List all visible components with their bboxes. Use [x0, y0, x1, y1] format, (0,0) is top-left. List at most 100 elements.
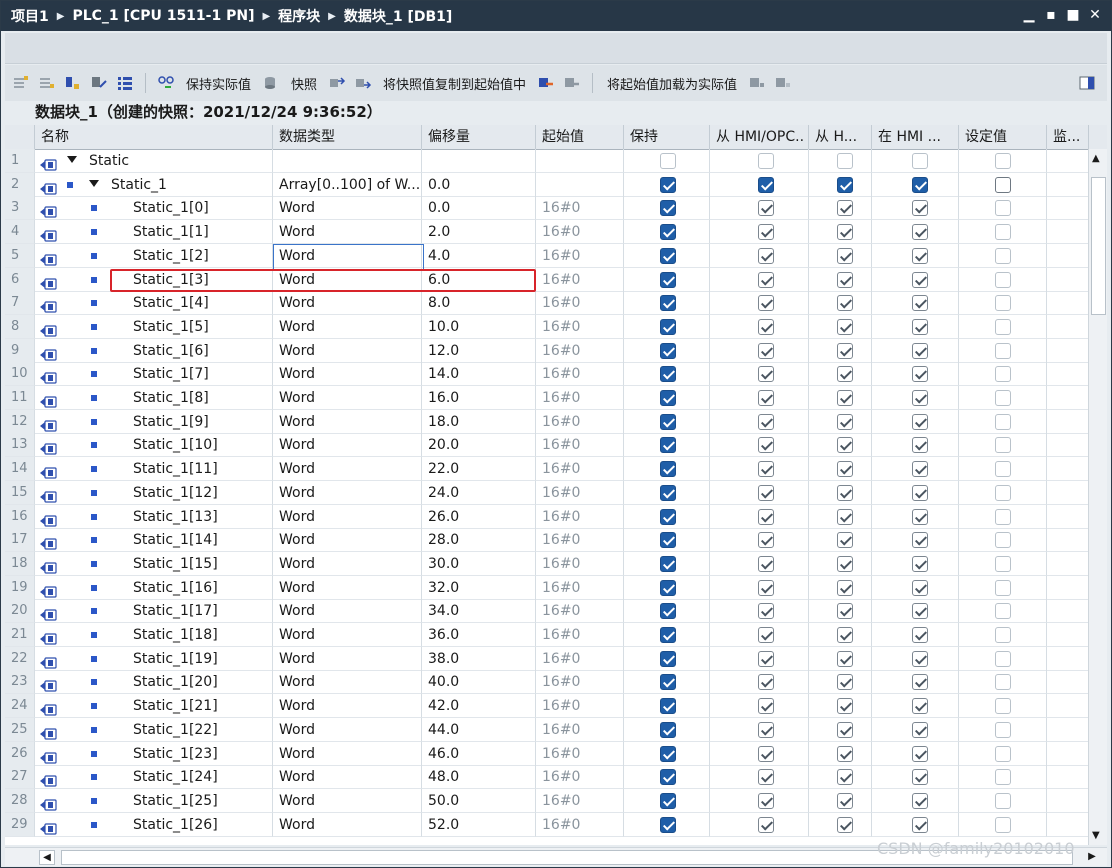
hmi-accessible-checkbox[interactable]: [758, 390, 774, 406]
column-header-monitor[interactable]: 监...: [1047, 125, 1089, 149]
setpoint-checkbox[interactable]: [995, 792, 1011, 809]
hmi-visible-checkbox[interactable]: [837, 508, 853, 525]
hmi-accessible-checkbox[interactable]: [758, 698, 774, 715]
name-cell[interactable]: Static_1[2]: [35, 243, 273, 268]
hmi-visible-checkbox[interactable]: [837, 366, 853, 383]
hmi-engineering-checkbox[interactable]: [912, 295, 928, 312]
datatype-cell[interactable]: Word: [273, 196, 422, 221]
hmi-accessible-checkbox[interactable]: [758, 674, 774, 691]
setpoint-checkbox[interactable]: [995, 461, 1011, 478]
hmi-engineering-checkbox[interactable]: [912, 792, 928, 809]
datatype-cell[interactable]: Word: [273, 338, 422, 363]
hmi-accessible-checkbox[interactable]: [758, 366, 774, 383]
start-value-cell[interactable]: 16#0: [536, 528, 624, 553]
setpoint-checkbox[interactable]: [995, 200, 1011, 217]
name-cell[interactable]: Static_1[15]: [35, 551, 273, 576]
table-row[interactable]: 10 Static_1[7] Word 14.0 16#0: [5, 362, 1089, 387]
start-value-cell[interactable]: 16#0: [536, 741, 624, 766]
retain-checkbox[interactable]: [660, 224, 676, 241]
add-row-icon[interactable]: [37, 74, 57, 92]
name-cell[interactable]: Static_1[6]: [35, 338, 273, 363]
table-row[interactable]: 26 Static_1[23] Word 46.0 16#0: [5, 741, 1089, 766]
hmi-accessible-checkbox[interactable]: [758, 413, 774, 430]
name-cell[interactable]: Static_1[11]: [35, 457, 273, 482]
start-value-cell[interactable]: 16#0: [536, 599, 624, 624]
setpoint-checkbox[interactable]: [995, 674, 1011, 691]
hmi-accessible-checkbox[interactable]: [758, 153, 774, 169]
datatype-cell[interactable]: Word: [273, 623, 422, 647]
retain-checkbox[interactable]: [660, 484, 676, 501]
name-cell[interactable]: Static_1[19]: [35, 646, 273, 671]
hmi-engineering-checkbox[interactable]: [912, 769, 928, 786]
hmi-accessible-checkbox[interactable]: [758, 247, 774, 264]
table-row[interactable]: 17 Static_1[14] Word 28.0 16#0: [5, 528, 1089, 553]
datatype-cell[interactable]: Word: [273, 741, 422, 766]
datatype-cell[interactable]: Word: [273, 314, 422, 339]
copy-snapshot-to-start-button[interactable]: 将快照值复制到起始值中: [383, 74, 526, 93]
datatype-cell[interactable]: Word: [273, 457, 422, 482]
restore-icon[interactable]: ▪: [1043, 6, 1059, 24]
setpoint-checkbox[interactable]: [995, 721, 1011, 738]
hmi-accessible-checkbox[interactable]: [758, 437, 774, 454]
scroll-right-icon[interactable]: ▶: [1085, 850, 1099, 863]
hmi-visible-checkbox[interactable]: [837, 650, 853, 667]
hmi-visible-checkbox[interactable]: [837, 153, 853, 169]
start-value-cell[interactable]: 16#0: [536, 717, 624, 742]
start-value-cell[interactable]: 16#0: [536, 646, 624, 671]
collapse-all-icon[interactable]: [89, 74, 109, 92]
hmi-engineering-checkbox[interactable]: [912, 366, 928, 383]
hmi-accessible-checkbox[interactable]: [758, 532, 774, 549]
setpoint-checkbox[interactable]: [995, 484, 1011, 501]
hmi-visible-checkbox[interactable]: [837, 816, 853, 833]
hmi-accessible-checkbox[interactable]: [758, 650, 774, 667]
download-alt-icon[interactable]: [773, 74, 793, 92]
hmi-accessible-checkbox[interactable]: [758, 555, 774, 572]
name-cell[interactable]: Static_1[18]: [35, 623, 273, 647]
retain-checkbox[interactable]: [660, 318, 676, 335]
retain-checkbox[interactable]: [660, 555, 676, 572]
name-cell[interactable]: Static_1[20]: [35, 670, 273, 695]
datatype-cell[interactable]: Word: [273, 528, 422, 553]
retain-checkbox[interactable]: [660, 200, 676, 217]
start-value-cell[interactable]: 16#0: [536, 291, 624, 316]
start-value-cell[interactable]: 16#0: [536, 220, 624, 245]
retain-checkbox[interactable]: [660, 792, 676, 809]
datatype-cell[interactable]: Word: [273, 409, 422, 434]
datatype-cell[interactable]: Word: [273, 386, 422, 410]
table-row[interactable]: 9 Static_1[6] Word 12.0 16#0: [5, 338, 1089, 363]
retain-checkbox[interactable]: [660, 461, 676, 478]
retain-checkbox[interactable]: [660, 745, 676, 762]
start-value-cell[interactable]: 16#0: [536, 788, 624, 813]
setpoint-checkbox[interactable]: [995, 745, 1011, 762]
table-row[interactable]: 2 Static_1 Array[0..100] of W... 0.0: [5, 172, 1089, 197]
table-row[interactable]: 11 Static_1[8] Word 16.0 16#0: [5, 386, 1089, 410]
hmi-visible-checkbox[interactable]: [837, 437, 853, 454]
scroll-left-icon[interactable]: ◀: [39, 850, 55, 865]
table-row[interactable]: 21 Static_1[18] Word 36.0 16#0: [5, 623, 1089, 647]
hmi-visible-checkbox[interactable]: [837, 271, 853, 288]
datatype-cell[interactable]: Word: [273, 670, 422, 695]
datatype-cell[interactable]: Word: [273, 504, 422, 529]
hmi-accessible-checkbox[interactable]: [758, 176, 774, 193]
hmi-engineering-checkbox[interactable]: [912, 650, 928, 667]
start-value-cell[interactable]: 16#0: [536, 670, 624, 695]
hmi-accessible-checkbox[interactable]: [758, 508, 774, 525]
breadcrumb-data-block[interactable]: 数据块_1 [DB1]: [344, 6, 452, 26]
minimize-icon[interactable]: ▁: [1021, 6, 1037, 24]
hmi-engineering-checkbox[interactable]: [912, 224, 928, 241]
hmi-accessible-checkbox[interactable]: [758, 579, 774, 596]
setpoint-checkbox[interactable]: [995, 176, 1011, 193]
start-value-cell[interactable]: 16#0: [536, 623, 624, 647]
datatype-cell[interactable]: Word: [273, 291, 422, 316]
name-cell[interactable]: Static: [35, 149, 273, 173]
name-cell[interactable]: Static_1[12]: [35, 480, 273, 505]
setpoint-checkbox[interactable]: [995, 390, 1011, 406]
hmi-visible-checkbox[interactable]: [837, 532, 853, 549]
table-row[interactable]: 19 Static_1[16] Word 32.0 16#0: [5, 575, 1089, 600]
hmi-visible-checkbox[interactable]: [837, 579, 853, 596]
hmi-accessible-checkbox[interactable]: [758, 271, 774, 288]
retain-checkbox[interactable]: [660, 674, 676, 691]
retain-checkbox[interactable]: [660, 769, 676, 786]
datatype-cell[interactable]: Array[0..100] of W...: [273, 172, 422, 197]
datatype-cell[interactable]: Word: [273, 551, 422, 576]
